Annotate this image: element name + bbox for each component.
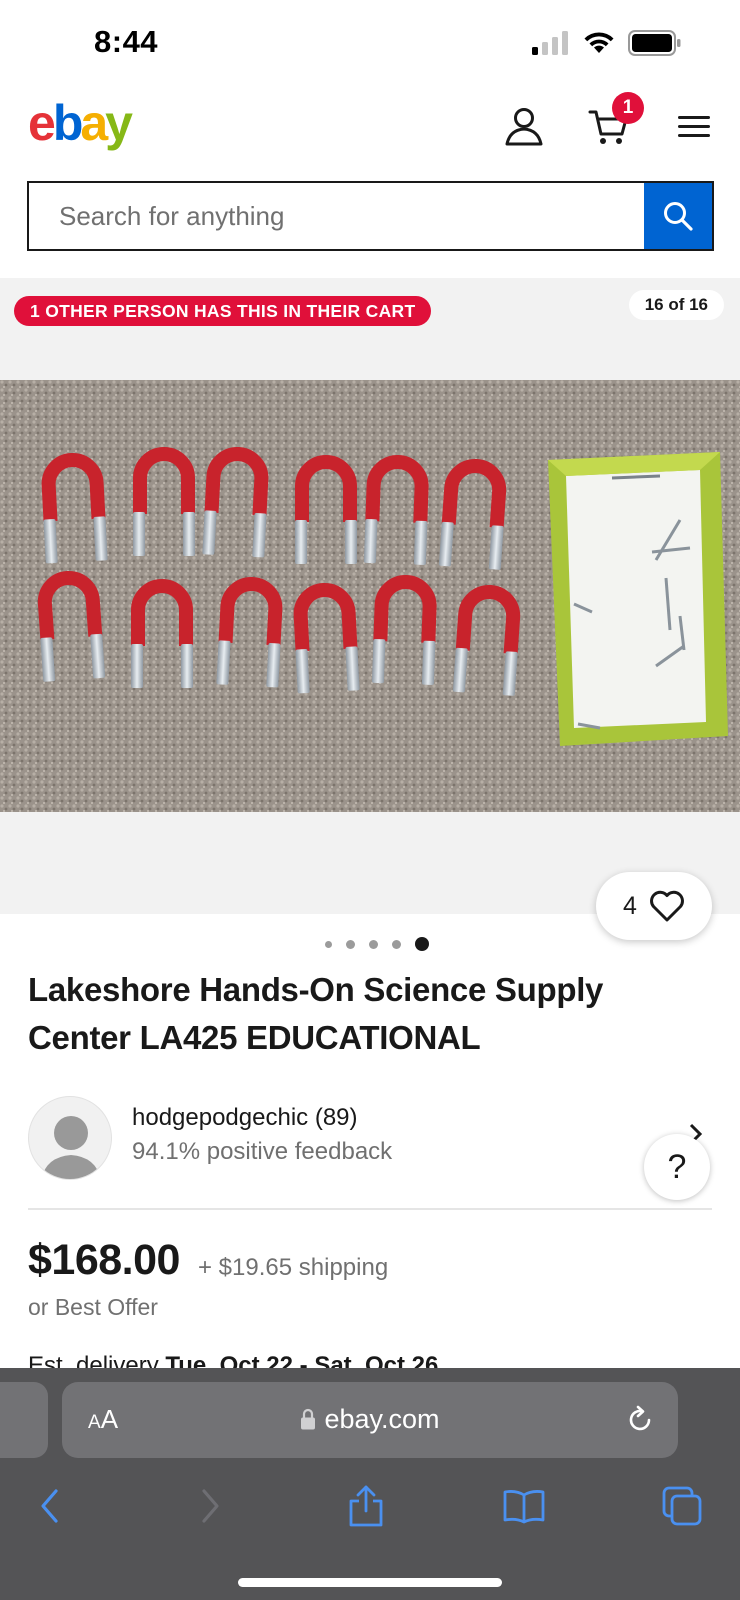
default-avatar-icon [41,1116,101,1179]
heart-icon [650,890,684,922]
tabs-button[interactable] [652,1476,712,1536]
chevron-left-icon [41,1489,58,1523]
logo-letter-a: a [80,95,108,151]
share-button[interactable] [336,1476,396,1536]
shipping-cost: + $19.65 shipping [198,1254,389,1281]
ebay-logo[interactable]: ebay [28,94,133,152]
divider [28,1208,712,1210]
home-indicator [238,1578,502,1587]
browser-toolbar: AA ebay.com [0,1368,740,1600]
status-time: 8:44 [94,24,159,59]
status-bar: 8:44 [0,0,740,90]
help-button[interactable]: ? [644,1134,710,1200]
search-input[interactable] [29,183,644,249]
logo-letter-b: b [52,95,83,151]
pagination-dot[interactable] [325,940,332,948]
search-bar [27,181,714,251]
previous-tab-preview[interactable] [0,1382,48,1458]
chevron-right-icon [202,1489,219,1523]
product-photo[interactable] [0,380,740,812]
pagination-dot-active[interactable] [415,937,429,951]
cart-count-badge: 1 [612,92,644,124]
menu-icon[interactable] [674,104,714,148]
listing-title: Lakeshore Hands-On Science Supply Center… [28,971,604,1056]
reload-icon[interactable] [624,1404,656,1436]
search-button[interactable] [644,183,712,249]
wifi-icon [584,32,614,53]
battery-icon [628,30,681,56]
url-text: ebay.com [324,1404,440,1434]
watch-button[interactable]: 4 [596,872,712,940]
browser-nav-row [0,1476,740,1556]
book-icon [503,1490,545,1524]
image-counter: 16 of 16 [628,290,724,320]
seller-avatar[interactable] [28,1096,112,1180]
bookmarks-button[interactable] [494,1476,554,1536]
tabs-icon [662,1486,702,1526]
account-icon[interactable] [502,104,546,148]
cart-interest-banner: 1 OTHER PERSON HAS THIS IN THEIR CART [14,296,432,326]
best-offer-label: or Best Offer [28,1294,158,1320]
seller-feedback: 94.1% positive feedback [132,1138,393,1165]
address-bar[interactable]: AA ebay.com [62,1382,678,1458]
cellular-signal-icon [532,31,568,55]
back-button[interactable] [20,1476,80,1536]
pagination-dot[interactable] [369,939,378,949]
price: $168.00 [28,1236,180,1284]
pagination-dot[interactable] [392,939,401,949]
seller-name[interactable]: hodgepodgechic (89) [132,1104,358,1132]
share-icon [349,1485,383,1527]
forward-button[interactable] [180,1476,240,1536]
search-icon [664,202,693,231]
gallery-pagination-dots [0,937,740,951]
watch-count: 4 [623,891,637,920]
logo-letter-e: e [28,95,56,151]
pagination-dot[interactable] [346,939,355,949]
url-display[interactable]: ebay.com [62,1404,678,1435]
logo-letter-y: y [105,95,133,151]
image-gallery[interactable]: 1 OTHER PERSON HAS THIS IN THEIR CART 16… [0,278,740,914]
status-icons [532,30,682,56]
lock-icon [301,1408,316,1430]
